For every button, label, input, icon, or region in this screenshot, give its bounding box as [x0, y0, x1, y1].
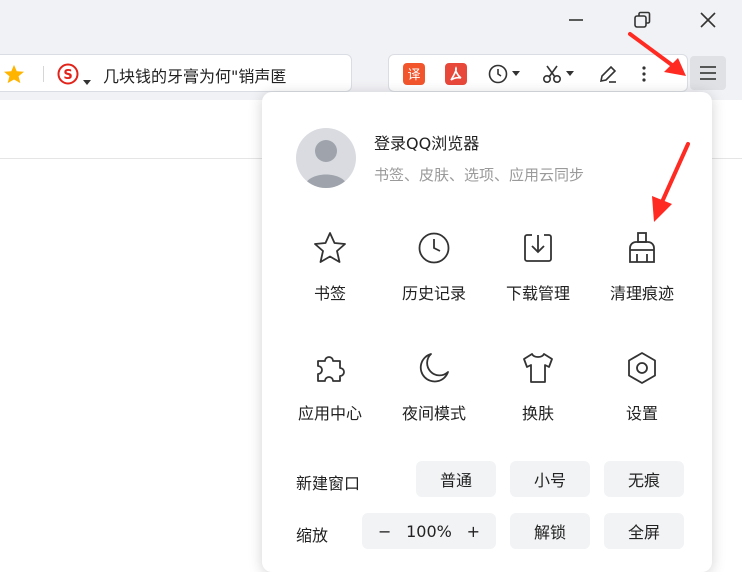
- zoom-control: − 100% +: [362, 513, 496, 549]
- restore-icon: [634, 11, 651, 28]
- menu-item-downloads[interactable]: 下载管理: [488, 228, 588, 304]
- shirt-icon: [523, 353, 553, 383]
- scissors-icon: [542, 65, 562, 84]
- login-title[interactable]: 登录QQ浏览器: [374, 130, 479, 154]
- pdf-button[interactable]: [445, 63, 467, 85]
- clock-icon: [418, 232, 450, 264]
- history-button[interactable]: [487, 63, 520, 85]
- translate-button[interactable]: 译: [403, 63, 425, 85]
- menu-item-label: 清理痕迹: [609, 284, 674, 303]
- new-window-normal-button[interactable]: 普通: [416, 461, 496, 497]
- menu-item-label: 换肤: [521, 404, 554, 423]
- menu-item-skin[interactable]: 换肤: [488, 348, 588, 424]
- menu-item-bookmarks[interactable]: 书签: [280, 228, 380, 304]
- pdf-icon: [445, 63, 467, 85]
- screenshot-button[interactable]: [541, 63, 574, 85]
- main-menu-button[interactable]: [690, 56, 726, 90]
- menu-item-settings[interactable]: 设置: [592, 348, 692, 424]
- menu-item-label: 夜间模式: [401, 404, 466, 423]
- new-window-small-button[interactable]: 小号: [510, 461, 590, 497]
- menu-item-label: 书签: [313, 284, 346, 303]
- bookmark-star-icon[interactable]: [3, 64, 25, 88]
- main-menu-panel: 登录QQ浏览器 书签、皮肤、选项、应用云同步 书签 历史记录 下载管理 清理痕迹…: [262, 92, 712, 572]
- new-window-label: 新建窗口: [296, 474, 361, 493]
- minimize-button[interactable]: [558, 6, 594, 34]
- new-window-incognito-button[interactable]: 无痕: [604, 461, 684, 497]
- search-engine-caret-icon[interactable]: [83, 71, 91, 90]
- close-button[interactable]: [690, 6, 726, 34]
- restore-button[interactable]: [624, 6, 660, 34]
- zoom-value: 100%: [406, 521, 452, 541]
- translate-icon: 译: [403, 63, 425, 85]
- address-bar[interactable]: S 几块钱的牙膏为何"销声匿: [0, 54, 352, 92]
- zoom-out-button[interactable]: −: [378, 522, 391, 541]
- screenshot-caret-icon: [566, 71, 574, 76]
- puzzle-icon: [317, 356, 345, 382]
- more-tools-button[interactable]: [641, 63, 647, 85]
- star-icon: [314, 232, 346, 263]
- title-bar: [0, 0, 742, 48]
- user-avatar-icon: [304, 140, 348, 188]
- avatar[interactable]: [296, 128, 356, 188]
- menu-item-label: 设置: [625, 404, 658, 423]
- address-text: 几块钱的牙膏为何"销声匿: [103, 67, 287, 86]
- svg-text:译: 译: [407, 68, 420, 83]
- extension-toolbar: 译: [388, 54, 688, 92]
- menu-item-label: 下载管理: [505, 284, 570, 303]
- annotate-button[interactable]: [597, 63, 619, 85]
- fullscreen-button[interactable]: 全屏: [604, 513, 684, 549]
- more-vertical-icon: [642, 66, 646, 82]
- menu-item-night-mode[interactable]: 夜间模式: [384, 348, 484, 424]
- minimize-icon: [569, 19, 583, 21]
- history-caret-icon: [512, 71, 520, 76]
- pen-icon: [599, 65, 617, 83]
- download-icon: [524, 234, 552, 262]
- zoom-unlock-button[interactable]: 解锁: [510, 513, 590, 549]
- hamburger-menu-icon: [700, 66, 716, 80]
- login-subtitle: 书签、皮肤、选项、应用云同步: [374, 166, 585, 184]
- menu-item-label: 应用中心: [297, 404, 362, 423]
- broom-icon: [629, 232, 655, 263]
- menu-item-history[interactable]: 历史记录: [384, 228, 484, 304]
- search-engine-icon[interactable]: S: [57, 63, 79, 89]
- zoom-in-button[interactable]: +: [467, 522, 480, 541]
- close-icon: [700, 12, 716, 28]
- menu-item-label: 历史记录: [401, 284, 466, 303]
- menu-item-app-center[interactable]: 应用中心: [280, 348, 380, 424]
- settings-hexagon-icon: [628, 352, 656, 384]
- moon-icon: [419, 353, 449, 383]
- zoom-label: 缩放: [296, 526, 329, 545]
- svg-text:S: S: [63, 68, 72, 83]
- address-divider: [43, 66, 44, 82]
- clock-icon: [488, 64, 508, 84]
- menu-item-clear-traces[interactable]: 清理痕迹: [592, 228, 692, 304]
